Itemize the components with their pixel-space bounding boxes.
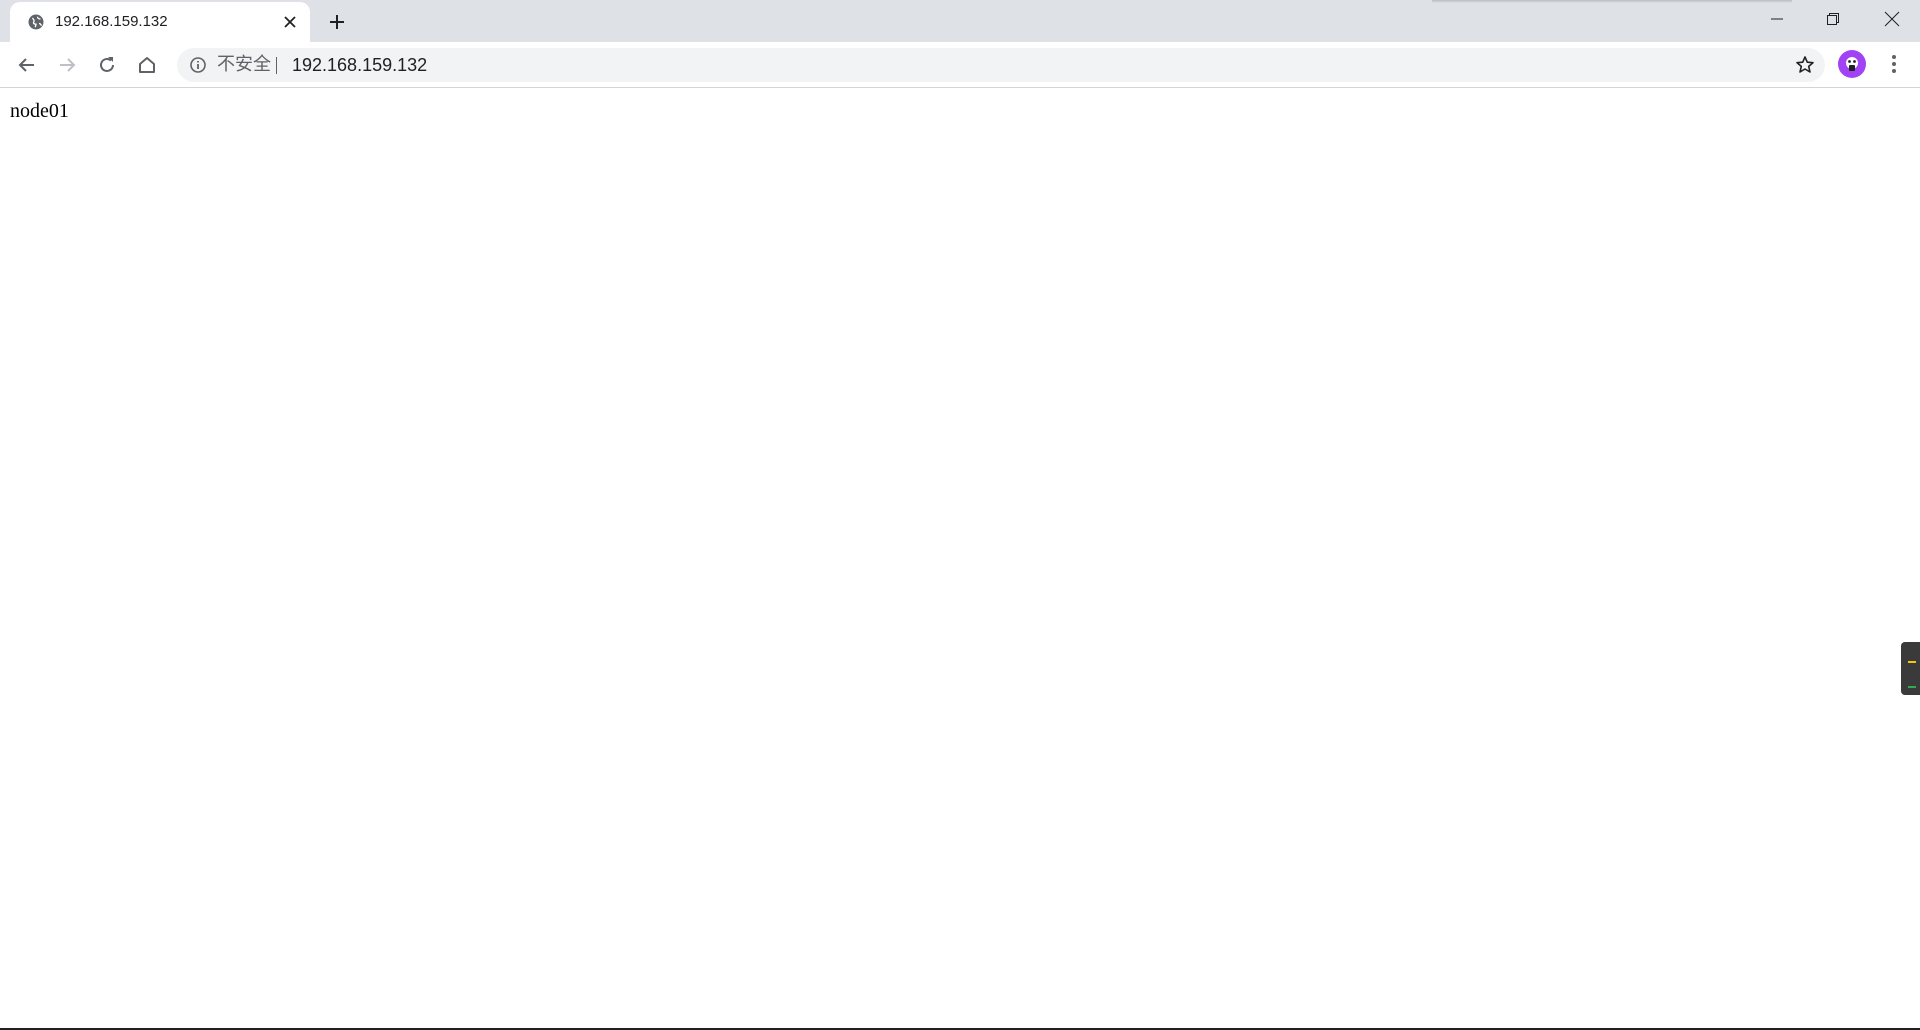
arrow-right-icon — [60, 58, 76, 72]
restore-icon — [1827, 13, 1839, 25]
minimize-icon — [1771, 18, 1783, 20]
menu-button[interactable] — [1878, 48, 1910, 80]
back-button[interactable] — [11, 49, 43, 81]
more-vert-icon — [1892, 55, 1896, 73]
close-icon — [1884, 11, 1900, 27]
url-text[interactable]: 192.168.159.132 — [292, 55, 427, 75]
address-bar[interactable]: 不安全 192.168.159.132 — [177, 48, 1825, 82]
side-panel-handle[interactable] — [1901, 642, 1920, 695]
close-icon — [284, 16, 296, 28]
tab-strip-shadow — [1432, 0, 1792, 3]
restore-button[interactable] — [1805, 0, 1861, 38]
browser-window: 192.168.159.132 不安全 192.168.159.132 node… — [0, 0, 1920, 1030]
home-button[interactable] — [131, 49, 163, 81]
tab-strip: 192.168.159.132 — [0, 0, 1920, 42]
tab-active[interactable]: 192.168.159.132 — [10, 2, 310, 42]
tab-close-button[interactable] — [280, 12, 300, 32]
forward-button[interactable] — [51, 49, 83, 81]
globe-icon — [28, 14, 44, 30]
security-divider — [276, 57, 277, 74]
home-icon — [139, 57, 155, 73]
security-label: 不安全 — [217, 54, 271, 75]
star-icon[interactable] — [1795, 55, 1815, 75]
window-close-button[interactable] — [1864, 0, 1920, 38]
plus-icon — [330, 15, 344, 29]
minimize-button[interactable] — [1749, 0, 1805, 38]
indicator-yellow — [1908, 661, 1916, 663]
reload-icon — [100, 57, 114, 72]
page-content: node01 — [0, 89, 1920, 1028]
avatar-icon — [1846, 57, 1858, 71]
indicator-green — [1908, 686, 1916, 688]
new-tab-button[interactable] — [324, 9, 350, 35]
tab-title: 192.168.159.132 — [55, 13, 168, 30]
page-text: node01 — [10, 100, 69, 122]
info-icon[interactable] — [189, 56, 207, 74]
profile-avatar[interactable] — [1838, 50, 1866, 78]
toolbar: 不安全 192.168.159.132 — [0, 42, 1920, 88]
reload-button[interactable] — [91, 49, 123, 81]
arrow-left-icon — [18, 58, 34, 72]
